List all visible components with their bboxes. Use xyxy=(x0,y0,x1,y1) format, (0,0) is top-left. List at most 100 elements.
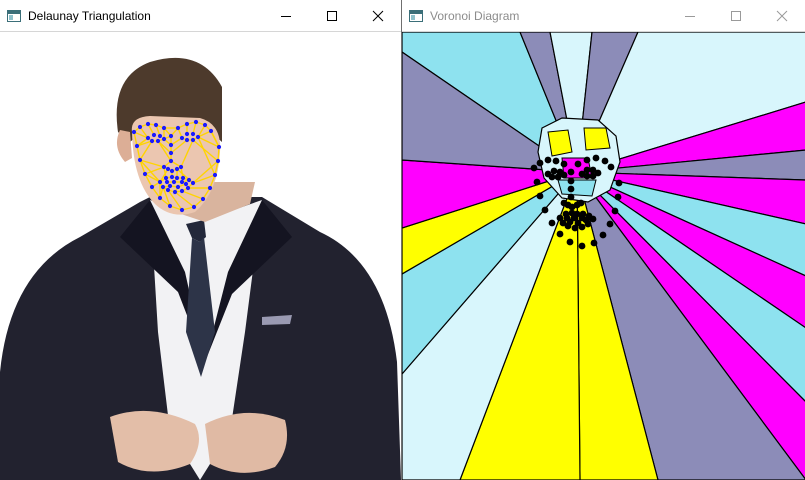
landmark-point xyxy=(190,131,196,137)
landmark-point xyxy=(160,184,166,190)
landmark-point xyxy=(167,203,173,209)
voronoi-site xyxy=(567,193,575,201)
landmark-point xyxy=(142,171,148,177)
landmark-point xyxy=(212,172,218,178)
voronoi-site xyxy=(589,172,597,180)
close-icon xyxy=(372,10,384,21)
voronoi-site xyxy=(541,206,549,214)
landmark-point xyxy=(134,143,140,149)
delaunay-canvas xyxy=(0,32,401,480)
landmark-point xyxy=(153,122,159,128)
landmark-point xyxy=(186,177,192,183)
delaunay-image xyxy=(0,57,401,480)
landmark-point xyxy=(161,125,167,131)
landmark-point xyxy=(161,136,167,142)
voronoi-cells xyxy=(402,32,805,480)
delaunay-window[interactable]: Delaunay Triangulation xyxy=(0,0,401,480)
minimize-button[interactable] xyxy=(263,0,309,31)
voronoi-site xyxy=(566,238,574,246)
landmark-point xyxy=(174,175,180,181)
voronoi-site xyxy=(592,154,600,162)
voronoi-site xyxy=(536,192,544,200)
maximize-icon xyxy=(731,10,741,21)
voronoi-site xyxy=(548,173,556,181)
delaunay-edge xyxy=(217,146,220,162)
voronoi-site xyxy=(566,218,574,226)
landmark-point xyxy=(168,142,174,148)
landmark-point xyxy=(157,133,163,139)
landmark-point xyxy=(161,164,167,170)
landmark-point xyxy=(164,179,170,185)
landmark-point xyxy=(157,195,163,201)
landmark-point xyxy=(175,184,181,190)
voronoi-site xyxy=(583,156,591,164)
landmark-point xyxy=(149,138,155,144)
voronoi-site xyxy=(577,199,585,207)
maximize-button[interactable] xyxy=(309,0,355,31)
landmark-point xyxy=(145,135,151,141)
close-button[interactable] xyxy=(759,0,805,31)
voronoi-site xyxy=(582,216,590,224)
voronoi-site xyxy=(614,193,622,201)
voronoi-site xyxy=(606,220,614,228)
maximize-icon xyxy=(327,10,337,21)
voronoi-site xyxy=(574,160,582,168)
minimize-button[interactable] xyxy=(667,0,713,31)
landmark-point xyxy=(168,133,174,139)
landmark-point xyxy=(195,134,201,140)
minimize-icon xyxy=(685,15,695,17)
landmark-point xyxy=(174,166,180,172)
close-button[interactable] xyxy=(355,0,401,31)
landmark-point xyxy=(149,184,155,190)
voronoi-image xyxy=(402,32,805,480)
voronoi-window[interactable]: Voronoi Diagram xyxy=(401,0,805,480)
voronoi-site xyxy=(533,178,541,186)
landmark-point xyxy=(167,183,173,189)
voronoi-site xyxy=(552,157,560,165)
voronoi-site xyxy=(560,171,568,179)
landmark-point xyxy=(184,137,190,143)
voronoi-site xyxy=(611,207,619,215)
delaunay-titlebar[interactable]: Delaunay Triangulation xyxy=(0,0,401,32)
landmark-point xyxy=(193,119,199,125)
close-icon xyxy=(776,10,788,21)
maximize-button[interactable] xyxy=(713,0,759,31)
landmark-point xyxy=(216,144,222,150)
voronoi-site xyxy=(554,173,562,181)
voronoi-site xyxy=(550,167,558,175)
landmark-point xyxy=(165,187,171,193)
landmark-point xyxy=(151,132,157,138)
landmark-point xyxy=(179,188,185,194)
voronoi-site xyxy=(601,157,609,165)
landmark-point xyxy=(179,135,185,141)
landmark-point xyxy=(178,164,184,170)
landmark-point xyxy=(157,179,163,185)
landmark-point xyxy=(185,185,191,191)
voronoi-site xyxy=(574,219,582,227)
landmark-point xyxy=(191,204,197,210)
voronoi-titlebar[interactable]: Voronoi Diagram xyxy=(402,0,805,32)
landmark-point xyxy=(165,166,171,172)
voronoi-site xyxy=(583,166,591,174)
window-title: Delaunay Triangulation xyxy=(28,8,151,23)
voronoi-site xyxy=(556,230,564,238)
landmark-point xyxy=(137,157,143,163)
landmark-point xyxy=(168,150,174,156)
app-window-icon xyxy=(7,9,21,22)
voronoi-site xyxy=(578,242,586,250)
landmark-point xyxy=(169,168,175,174)
landmark-point xyxy=(200,196,206,202)
voronoi-canvas xyxy=(402,32,805,480)
landmark-point xyxy=(172,189,178,195)
minimize-icon xyxy=(281,15,291,17)
voronoi-site xyxy=(530,164,538,172)
landmark-point xyxy=(208,128,214,134)
landmark-point xyxy=(175,125,181,131)
voronoi-site xyxy=(567,185,575,193)
landmark-point xyxy=(145,121,151,127)
voronoi-site xyxy=(590,239,598,247)
voronoi-site xyxy=(589,215,597,223)
voronoi-site xyxy=(536,159,544,167)
landmark-point xyxy=(169,174,175,180)
window-title: Voronoi Diagram xyxy=(430,8,520,23)
